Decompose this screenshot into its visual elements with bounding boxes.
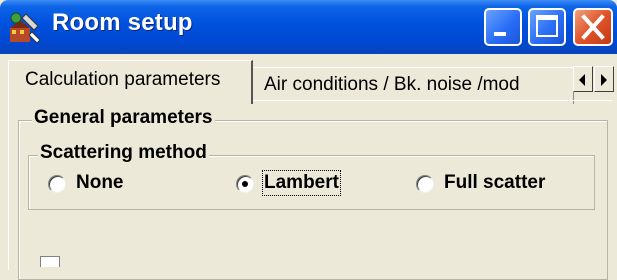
general-parameters-legend: General parameters [32, 107, 215, 129]
scroll-right-icon [601, 74, 607, 86]
title-bar[interactable]: Room setup [0, 0, 617, 54]
tab-scroll-left-button[interactable] [573, 66, 593, 92]
radio-label: Full scatter [444, 172, 546, 193]
radio-circle[interactable] [236, 175, 254, 193]
tab-label: Calculation parameters [25, 69, 221, 90]
window-title: Room setup [52, 9, 193, 36]
radio-circle[interactable] [416, 175, 434, 193]
tab-calculation-parameters[interactable]: Calculation parameters [8, 60, 253, 104]
radio-label: Lambert [262, 170, 341, 196]
close-button[interactable] [573, 8, 613, 46]
room-setup-app-icon [10, 12, 41, 44]
minimize-button[interactable] [484, 8, 522, 46]
minimize-icon [494, 32, 506, 36]
checkbox[interactable] [40, 256, 60, 267]
maximize-button[interactable] [528, 8, 566, 46]
radio-circle[interactable] [48, 175, 66, 193]
tab-scroll-right-button[interactable] [594, 66, 614, 92]
tab-label: Air conditions / Bk. noise /mod [264, 74, 520, 95]
scroll-left-icon [579, 74, 585, 86]
maximize-icon [536, 15, 558, 37]
radio-selected-dot [242, 181, 248, 187]
tab-air-conditions[interactable]: Air conditions / Bk. noise /mod [254, 67, 574, 104]
radio-label: None [76, 172, 124, 193]
tab-strip: Air conditions / Bk. noise /mod Calculat… [0, 54, 617, 104]
close-icon [581, 14, 605, 40]
scattering-method-legend: Scattering method [38, 142, 209, 164]
